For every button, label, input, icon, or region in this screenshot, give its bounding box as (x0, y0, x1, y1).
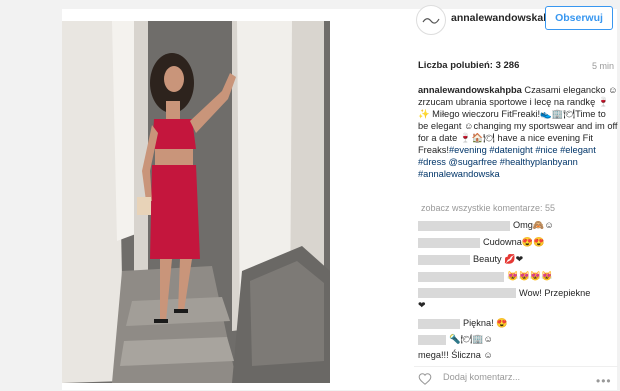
likes-count[interactable]: Liczba polubień: 3 286 (418, 60, 519, 71)
comment-item: ❤ (418, 300, 426, 311)
comment-text: Omg🙈☺ (513, 220, 554, 230)
blurred-username (418, 254, 470, 265)
follow-button[interactable]: Obserwuj (545, 6, 613, 30)
comment-item: 😻😻😻😻 (418, 271, 553, 282)
avatar[interactable] (416, 5, 446, 35)
comment-text: Piękna! 😍 (463, 318, 508, 328)
post-caption: annalewandowskahpba Czasami elegancko ☺ … (418, 84, 618, 180)
comment-text: Cudowna😍😍 (483, 237, 545, 247)
post-photo[interactable] (62, 21, 330, 383)
blurred-username (418, 271, 504, 282)
comment-item: Wow! Przepiekne (418, 288, 590, 298)
comment-text: Wow! Przepiekne (519, 288, 591, 298)
comment-text: Beauty 💋❤ (473, 254, 524, 264)
comment-item: Beauty 💋❤ (418, 254, 523, 265)
post-time[interactable]: 5 min (592, 61, 614, 71)
comment-input[interactable]: Dodaj komentarz... (443, 372, 520, 382)
comment-text: 😻😻😻😻 (507, 271, 553, 281)
blurred-username (418, 220, 510, 231)
avatar-logo-icon (418, 7, 444, 33)
caption-author[interactable]: annalewandowskahpba (418, 85, 522, 95)
comment-text: ❤ (418, 300, 426, 310)
view-all-comments-link[interactable]: zobacz wszystkie komentarze: 55 (421, 203, 555, 213)
more-options-icon[interactable]: ••• (596, 374, 612, 388)
blurred-username (418, 288, 516, 298)
comment-item: Cudowna😍😍 (418, 237, 545, 248)
comment-item: 🔦🍽🏢☺ (418, 334, 493, 345)
post-modal (62, 5, 617, 390)
comment-item: Omg🙈☺ (418, 220, 554, 231)
blurred-username (418, 237, 480, 248)
post-image (62, 21, 330, 383)
comment-text: mega!!! Śliczna ☺ (418, 350, 493, 360)
blurred-username (418, 318, 460, 329)
heart-icon[interactable] (418, 372, 432, 386)
comment-text: 🔦🍽🏢☺ (449, 334, 493, 344)
blurred-username (418, 334, 446, 345)
comment-item: Piękna! 😍 (418, 318, 508, 329)
comment-item: mega!!! Śliczna ☺ (418, 350, 493, 360)
